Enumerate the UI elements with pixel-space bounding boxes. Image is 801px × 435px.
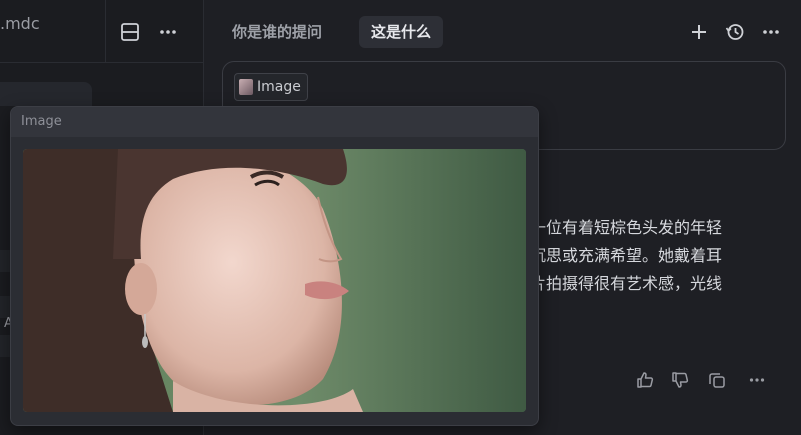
sidebar-item[interactable] xyxy=(0,335,10,357)
answer-line: 照片拍摄得很有艺术感，光线 xyxy=(514,274,723,293)
plus-icon[interactable] xyxy=(686,19,712,45)
copy-icon[interactable] xyxy=(707,370,727,390)
more-icon[interactable] xyxy=(747,370,767,390)
preview-image[interactable] xyxy=(23,149,526,412)
popup-title: Image xyxy=(21,114,62,129)
answer-line: 是一位有着短棕色头发的年轻 xyxy=(514,218,723,237)
split-view-icon[interactable] xyxy=(117,19,143,45)
attachment-label: Image xyxy=(257,79,301,95)
tab-who-are-you[interactable]: 你是谁的提问 xyxy=(220,16,334,48)
image-preview-popup: Image xyxy=(10,106,539,426)
more-icon[interactable] xyxy=(758,19,784,45)
sidebar-header: .mdc xyxy=(0,0,203,63)
sidebar-item[interactable] xyxy=(0,296,10,318)
assistant-answer: 是一位有着短棕色头发的年轻 乎沉思或充满希望。她戴着耳 照片拍摄得很有艺术感，光… xyxy=(514,214,722,298)
sidebar-item[interactable] xyxy=(0,82,92,106)
thumbs-down-icon[interactable] xyxy=(670,370,690,390)
sidebar-item[interactable] xyxy=(0,250,10,272)
attachment-chip[interactable]: Image xyxy=(234,73,308,101)
thumbs-up-icon[interactable] xyxy=(635,370,655,390)
divider xyxy=(105,0,106,62)
history-icon[interactable] xyxy=(722,19,748,45)
answer-line: 乎沉思或充满希望。她戴着耳 xyxy=(514,246,723,265)
popup-header: Image xyxy=(11,107,538,137)
tab-what-is-this[interactable]: 这是什么 xyxy=(359,16,444,48)
more-icon[interactable] xyxy=(155,19,181,45)
file-tab[interactable]: .mdc xyxy=(0,14,40,33)
image-thumbnail xyxy=(239,79,253,95)
